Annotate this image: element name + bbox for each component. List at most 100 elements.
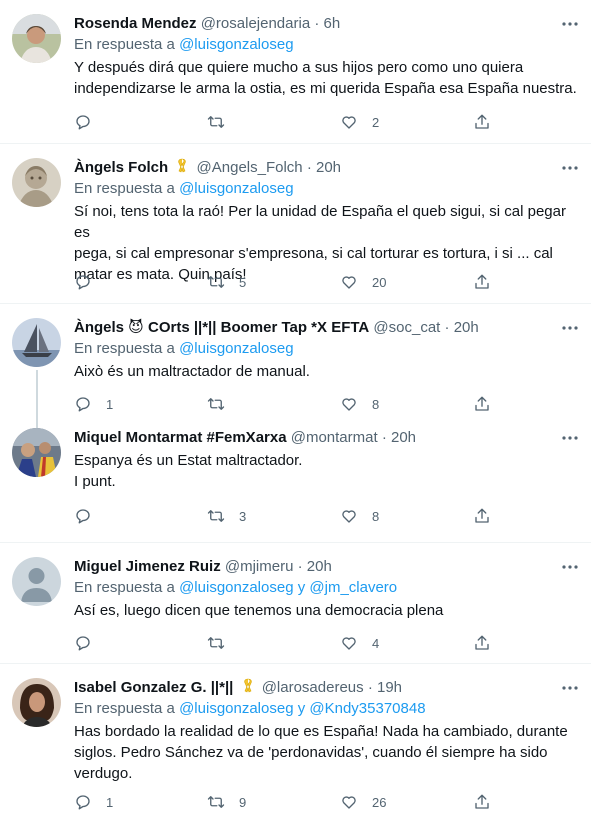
reply-button[interactable] <box>74 633 207 653</box>
timestamp[interactable]: 20h <box>307 558 332 575</box>
like-count: 8 <box>372 396 380 412</box>
tweet[interactable]: Àngels 😈 COrts ||*|| Boomer Tap *X EFTA … <box>0 304 591 420</box>
like-count: 4 <box>372 635 380 651</box>
tweet-header: Miguel Jimenez Ruiz @mjimeru · 20h <box>74 557 579 577</box>
retweet-button[interactable]: 5 <box>207 272 340 292</box>
more-options-button[interactable] <box>559 318 581 338</box>
reply-button[interactable] <box>74 506 207 526</box>
like-button[interactable]: 8 <box>340 394 473 414</box>
tweet-header: Rosenda Mendez @rosalejendaria · 6h <box>74 14 579 34</box>
mention-link[interactable]: @luisgonzaloseg <box>179 579 293 596</box>
retweet-button[interactable]: 3 <box>207 506 340 526</box>
author-name[interactable]: Àngels 😈 COrts ||*|| Boomer Tap *X EFTA <box>74 319 369 336</box>
retweet-button[interactable]: 9 <box>207 792 340 812</box>
retweet-count: 5 <box>239 274 247 290</box>
avatar[interactable] <box>12 318 61 367</box>
avatar[interactable] <box>12 678 61 727</box>
timestamp[interactable]: 6h <box>324 15 341 32</box>
more-options-button[interactable] <box>559 678 581 698</box>
like-button[interactable]: 4 <box>340 633 473 653</box>
author-name[interactable]: Rosenda Mendez <box>74 15 197 32</box>
separator-dot: · <box>367 679 373 696</box>
tweet-actions: 2 <box>74 112 579 132</box>
retweet-button[interactable] <box>207 112 340 132</box>
more-options-button[interactable] <box>559 428 581 448</box>
avatar[interactable] <box>12 158 61 207</box>
tweet-actions: 5 20 <box>74 272 579 292</box>
tweet-content: Rosenda Mendez @rosalejendaria · 6h En r… <box>74 14 579 99</box>
reply-button[interactable] <box>74 112 207 132</box>
share-button[interactable] <box>473 792 491 812</box>
tweet-actions: 3 8 <box>74 506 579 526</box>
share-button[interactable] <box>473 394 491 414</box>
reply-context: En respuesta a @luisgonzaloseg <box>74 339 579 359</box>
more-options-button[interactable] <box>559 158 581 178</box>
more-options-button[interactable] <box>559 14 581 34</box>
retweet-button[interactable] <box>207 633 340 653</box>
author-name[interactable]: Àngels Folch <box>74 159 168 176</box>
share-button[interactable] <box>473 112 491 132</box>
reply-prefix: En respuesta a <box>74 700 175 717</box>
tweet-text-line: independizarse le arma la ostia, es mi q… <box>74 80 577 97</box>
mention-link[interactable]: @luisgonzaloseg <box>179 340 293 357</box>
avatar[interactable] <box>12 428 61 477</box>
reply-icon <box>76 275 90 290</box>
heart-icon <box>342 116 356 129</box>
timestamp[interactable]: 20h <box>391 429 416 446</box>
retweet-button[interactable] <box>207 394 340 414</box>
avatar[interactable] <box>12 557 61 606</box>
author-handle[interactable]: @larosadereus <box>262 679 364 696</box>
author-name[interactable]: Miquel Montarmat #FemXarxa <box>74 429 287 446</box>
author-handle[interactable]: @Angels_Folch <box>197 159 303 176</box>
tweet[interactable]: Àngels Folch @Angels_Folch · 20h En resp… <box>0 144 591 304</box>
reply-button[interactable]: 1 <box>74 394 207 414</box>
more-options-button[interactable] <box>559 557 581 577</box>
mention-conjunction: y <box>297 579 306 596</box>
tweet-text-line: verdugo. <box>74 765 133 782</box>
tweet[interactable]: Isabel Gonzalez G. ||*|| @larosadereus ·… <box>0 664 591 821</box>
mention-link[interactable]: @jm_clavero <box>309 579 397 596</box>
like-button[interactable]: 26 <box>340 792 473 812</box>
retweet-icon <box>207 116 225 128</box>
author-handle[interactable]: @montarmat <box>291 429 378 446</box>
author-handle[interactable]: @rosalejendaria <box>201 15 310 32</box>
reply-button[interactable] <box>74 272 207 292</box>
timestamp[interactable]: 20h <box>454 319 479 336</box>
share-button[interactable] <box>473 272 491 292</box>
mention-link[interactable]: @luisgonzaloseg <box>179 700 293 717</box>
tweet-actions: 1 9 26 <box>74 792 579 812</box>
like-button[interactable]: 20 <box>340 272 473 292</box>
tweet[interactable]: Rosenda Mendez @rosalejendaria · 6h En r… <box>0 0 591 144</box>
author-name[interactable]: Isabel Gonzalez G. ||*|| <box>74 679 233 696</box>
share-button[interactable] <box>473 506 491 526</box>
share-button[interactable] <box>473 633 491 653</box>
tweet-content: Miquel Montarmat #FemXarxa @montarmat · … <box>74 428 579 492</box>
author-handle[interactable]: @soc_cat <box>373 319 440 336</box>
avatar[interactable] <box>12 14 61 63</box>
timestamp[interactable]: 19h <box>377 679 402 696</box>
mention-link[interactable]: @Kndy35370848 <box>309 700 425 717</box>
like-count: 26 <box>372 794 387 810</box>
retweet-icon <box>207 276 225 288</box>
timestamp[interactable]: 20h <box>316 159 341 176</box>
author-name[interactable]: Miguel Jimenez Ruiz <box>74 558 221 575</box>
tweet[interactable]: Miguel Jimenez Ruiz @mjimeru · 20h En re… <box>0 543 591 664</box>
like-button[interactable]: 2 <box>340 112 473 132</box>
heart-icon <box>342 510 356 523</box>
heart-icon <box>342 276 356 289</box>
reply-count: 1 <box>106 396 114 412</box>
tweet-text-line: pega, si cal empresonar s'empresona, si … <box>74 245 553 262</box>
author-handle[interactable]: @mjimeru <box>225 558 294 575</box>
tweet-actions: 4 <box>74 633 579 653</box>
like-button[interactable]: 8 <box>340 506 473 526</box>
mention-link[interactable]: @luisgonzaloseg <box>179 180 293 197</box>
like-count: 20 <box>372 274 387 290</box>
separator-dot: · <box>381 429 387 446</box>
share-icon <box>475 274 489 289</box>
tweet[interactable]: Miquel Montarmat #FemXarxa @montarmat · … <box>0 420 591 543</box>
mention-link[interactable]: @luisgonzaloseg <box>179 36 293 53</box>
separator-dot: · <box>297 558 303 575</box>
replies-feed: Rosenda Mendez @rosalejendaria · 6h En r… <box>0 0 591 821</box>
reply-button[interactable]: 1 <box>74 792 207 812</box>
retweet-icon <box>207 510 225 522</box>
